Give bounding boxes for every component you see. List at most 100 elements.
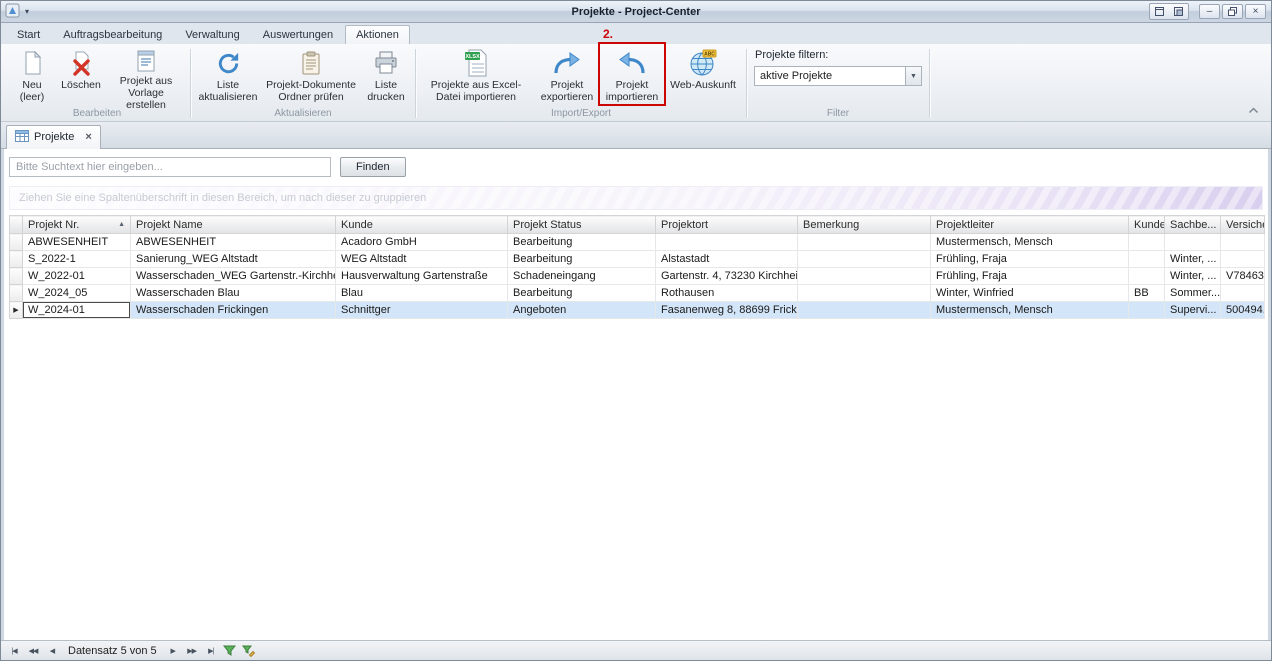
table-cell[interactable]: Gartenstr. 4, 73230 Kirchheim: [656, 268, 798, 285]
ribbon-tab-aktionen[interactable]: Aktionen: [345, 25, 410, 44]
projekt-aus-vorlage-button[interactable]: Projekt aus Vorlage erstellen: [105, 46, 187, 106]
ribbon-tab-auftragsbearbeitung[interactable]: Auftragsbearbeitung: [52, 25, 173, 44]
table-cell[interactable]: Winter, Winfried: [931, 285, 1129, 302]
table-cell[interactable]: Mustermensch, Mensch: [931, 302, 1129, 319]
table-cell[interactable]: Winter, ...: [1165, 251, 1221, 268]
table-cell[interactable]: [1221, 285, 1265, 302]
column-header-bemerkung[interactable]: Bemerkung: [798, 216, 931, 234]
search-input[interactable]: [9, 157, 331, 177]
column-header-projektort[interactable]: Projektort: [656, 216, 798, 234]
ribbon-tab-start[interactable]: Start: [6, 25, 51, 44]
table-cell[interactable]: Angeboten: [508, 302, 656, 319]
table-cell-focused[interactable]: W_2024-01: [23, 302, 131, 319]
table-cell[interactable]: S_2022-1: [23, 251, 131, 268]
table-cell[interactable]: ABWESENHEIT: [131, 234, 336, 251]
table-cell[interactable]: Schnittger: [336, 302, 508, 319]
table-cell[interactable]: V784632: [1221, 268, 1265, 285]
table-cell[interactable]: [798, 285, 931, 302]
table-cell[interactable]: [1221, 251, 1265, 268]
ribbon-tab-auswertungen[interactable]: Auswertungen: [252, 25, 344, 44]
table-cell[interactable]: Frühling, Fraja: [931, 268, 1129, 285]
table-cell[interactable]: Fasanenweg 8, 88699 Frickingen: [656, 302, 798, 319]
table-cell[interactable]: Winter, ...: [1165, 268, 1221, 285]
table-cell[interactable]: [1129, 302, 1165, 319]
dock-panel-button[interactable]: [1169, 4, 1188, 19]
column-header-kunde[interactable]: Kunde: [336, 216, 508, 234]
nav-next-icon[interactable]: ▶: [164, 643, 182, 659]
table-cell[interactable]: Bearbeitung: [508, 285, 656, 302]
table-cell[interactable]: [1129, 268, 1165, 285]
table-row[interactable]: W_2022-01 Wasserschaden_WEG Gartenstr.-K…: [10, 268, 1265, 285]
table-cell[interactable]: Blau: [336, 285, 508, 302]
table-cell[interactable]: Wasserschaden Frickingen: [131, 302, 336, 319]
filter-icon[interactable]: [221, 643, 239, 659]
table-cell[interactable]: [798, 251, 931, 268]
table-cell[interactable]: [798, 234, 931, 251]
app-icon[interactable]: [5, 3, 20, 21]
dropdown-caret-icon[interactable]: ▼: [905, 67, 921, 85]
table-cell[interactable]: Sommer...: [1165, 285, 1221, 302]
liste-aktualisieren-button[interactable]: Liste aktualisieren: [194, 46, 262, 106]
ribbon-tab-verwaltung[interactable]: Verwaltung: [174, 25, 250, 44]
collapse-ribbon-button[interactable]: [1245, 103, 1261, 117]
table-cell[interactable]: [656, 234, 798, 251]
web-auskunft-button[interactable]: ABC Web-Auskunft: [663, 46, 743, 106]
table-row[interactable]: ABWESENHEIT ABWESENHEIT Acadoro GmbH Bea…: [10, 234, 1265, 251]
expand-panel-button[interactable]: [1150, 4, 1169, 19]
table-row[interactable]: W_2024_05 Wasserschaden Blau Blau Bearbe…: [10, 285, 1265, 302]
table-cell[interactable]: Mustermensch, Mensch: [931, 234, 1129, 251]
table-cell[interactable]: [1165, 234, 1221, 251]
table-cell[interactable]: Sanierung_WEG Altstadt: [131, 251, 336, 268]
document-tab-projekte[interactable]: Projekte ×: [6, 125, 101, 149]
projekt-dokumente-ordner-pruefen-button[interactable]: Projekt-Dokumente Ordner prüfen: [262, 46, 360, 106]
nav-first-icon[interactable]: |◀: [5, 643, 23, 659]
column-header-projekt-status[interactable]: Projekt Status: [508, 216, 656, 234]
table-cell[interactable]: BB: [1129, 285, 1165, 302]
close-button[interactable]: ×: [1245, 4, 1266, 19]
liste-drucken-button[interactable]: Liste drucken: [360, 46, 412, 106]
neu-leer-button[interactable]: Neu (leer): [7, 46, 57, 106]
projekt-importieren-button[interactable]: 2. Projekt importieren: [601, 46, 663, 106]
projekte-filtern-dropdown[interactable]: aktive Projekte ▼: [754, 66, 922, 86]
projekte-aus-excel-importieren-button[interactable]: XLSX Projekte aus Excel-Datei importiere…: [419, 46, 533, 106]
table-cell[interactable]: ABWESENHEIT: [23, 234, 131, 251]
minimize-button[interactable]: –: [1199, 4, 1220, 19]
table-cell[interactable]: W_2022-01: [23, 268, 131, 285]
table-cell[interactable]: [1221, 234, 1265, 251]
table-cell[interactable]: WEG Altstadt: [336, 251, 508, 268]
column-header-projekt-name[interactable]: Projekt Name: [131, 216, 336, 234]
table-cell[interactable]: [798, 302, 931, 319]
quick-access-dropdown-icon[interactable]: ▾: [23, 7, 31, 16]
table-cell[interactable]: Alstastadt: [656, 251, 798, 268]
loeschen-button[interactable]: Löschen: [57, 46, 105, 106]
projekt-exportieren-button[interactable]: Projekt exportieren: [533, 46, 601, 106]
table-cell[interactable]: [798, 268, 931, 285]
table-cell[interactable]: W_2024_05: [23, 285, 131, 302]
table-cell[interactable]: [1129, 251, 1165, 268]
table-cell[interactable]: Wasserschaden_WEG Gartenstr.-Kirchheim: [131, 268, 336, 285]
nav-next-page-icon[interactable]: ▶▶: [183, 643, 201, 659]
group-by-panel[interactable]: Ziehen Sie eine Spaltenüberschrift in di…: [9, 186, 1263, 210]
table-cell[interactable]: Rothausen: [656, 285, 798, 302]
restore-button[interactable]: [1222, 4, 1243, 19]
table-cell[interactable]: Schadeneingang: [508, 268, 656, 285]
column-header-sachbe[interactable]: Sachbe...: [1165, 216, 1221, 234]
table-cell[interactable]: Bearbeitung: [508, 234, 656, 251]
nav-prev-icon[interactable]: ◀: [43, 643, 61, 659]
edit-filter-icon[interactable]: [240, 643, 258, 659]
nav-last-icon[interactable]: ▶|: [202, 643, 220, 659]
find-button[interactable]: Finden: [340, 157, 406, 177]
table-cell[interactable]: Acadoro GmbH: [336, 234, 508, 251]
table-cell[interactable]: Hausverwaltung Gartenstraße: [336, 268, 508, 285]
tab-close-icon[interactable]: ×: [85, 132, 91, 143]
table-row[interactable]: S_2022-1 Sanierung_WEG Altstadt WEG Alts…: [10, 251, 1265, 268]
table-cell[interactable]: Supervi...: [1165, 302, 1221, 319]
table-cell[interactable]: [1129, 234, 1165, 251]
nav-prev-page-icon[interactable]: ◀◀: [24, 643, 42, 659]
table-cell[interactable]: Bearbeitung: [508, 251, 656, 268]
table-cell[interactable]: Frühling, Fraja: [931, 251, 1129, 268]
column-header-projektleiter[interactable]: Projektleiter: [931, 216, 1129, 234]
column-header-kunde-k[interactable]: Kunde K...: [1129, 216, 1165, 234]
column-header-projekt-nr[interactable]: Projekt Nr.▲: [23, 216, 131, 234]
table-row-selected[interactable]: ▶ W_2024-01 Wasserschaden Frickingen Sch…: [10, 302, 1265, 319]
